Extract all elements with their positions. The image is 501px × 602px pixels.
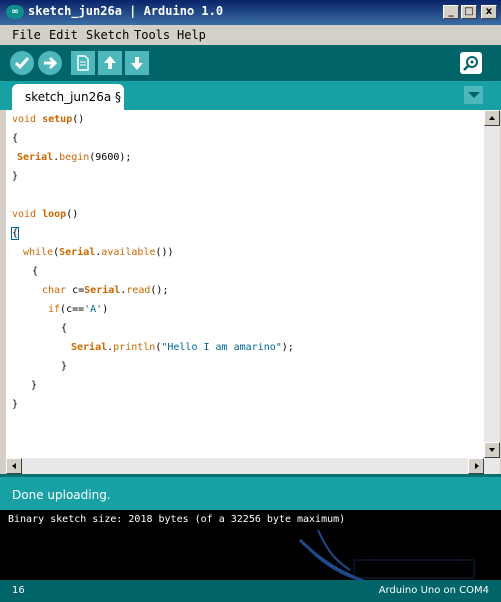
code-line: { — [61, 323, 68, 334]
scroll-left-button[interactable] — [6, 458, 22, 474]
code-line: } — [61, 361, 68, 372]
tab-bar: sketch_jun26a § — [0, 81, 501, 110]
open-icon — [104, 56, 116, 69]
menu-tools[interactable]: Tools — [134, 28, 170, 42]
code-line: { — [32, 266, 39, 277]
board-port-label: Arduino Uno on COM4 — [378, 585, 489, 596]
code-line: } — [31, 380, 38, 391]
open-button[interactable] — [98, 51, 122, 75]
minimize-button[interactable]: _ — [443, 5, 459, 19]
footer-bar: 16 Arduino Uno on COM4 — [0, 580, 501, 602]
code-line: { — [12, 133, 19, 144]
menu-sketch[interactable]: Sketch — [86, 28, 129, 42]
horizontal-scrollbar[interactable] — [6, 458, 500, 474]
new-icon — [77, 55, 89, 71]
arduino-logo-icon: ∞ — [6, 5, 24, 19]
scroll-up-button[interactable] — [484, 110, 500, 126]
code-line: Serial.println("Hello I am amarino"); — [71, 342, 294, 353]
menu-bar: File Edit Sketch Tools Help — [0, 25, 501, 45]
code-line: { — [10, 227, 20, 240]
upload-button[interactable] — [38, 51, 62, 75]
title-bar: ∞ sketch_jun26a | Arduino 1.0 _ □ x — [0, 0, 501, 25]
save-icon — [131, 57, 143, 70]
code-line: Serial.begin(9600); — [17, 152, 132, 163]
vertical-scrollbar[interactable] — [484, 110, 500, 458]
menu-edit[interactable]: Edit — [49, 28, 78, 42]
maximize-button[interactable]: □ — [461, 5, 477, 19]
code-line: if(c=='A') — [48, 304, 109, 315]
code-line: void setup() — [12, 114, 85, 125]
scroll-right-button[interactable] — [468, 458, 484, 474]
verify-button[interactable] — [10, 51, 34, 75]
code-line: while(Serial.available()) — [23, 247, 174, 258]
toolbar — [0, 45, 501, 81]
code-editor[interactable]: void setup() { Serial.begin(9600); } voi… — [6, 110, 484, 458]
text-cursor: { — [10, 227, 20, 240]
tab-menu-dropdown[interactable] — [464, 86, 483, 104]
serial-monitor-button[interactable] — [460, 52, 482, 74]
close-button[interactable]: x — [481, 5, 497, 19]
line-number: 16 — [12, 585, 25, 596]
status-message: Done uploading. — [12, 488, 111, 502]
verify-icon — [14, 57, 30, 70]
window-title: sketch_jun26a | Arduino 1.0 — [28, 4, 224, 18]
status-bar: Done uploading. — [0, 474, 501, 510]
save-button[interactable] — [125, 51, 149, 75]
menu-help[interactable]: Help — [177, 28, 206, 42]
code-line: } — [12, 171, 19, 182]
serial-monitor-icon — [463, 56, 478, 71]
upload-icon — [44, 56, 58, 70]
code-line: char c=Serial.read(); — [42, 285, 169, 296]
code-line: } — [12, 399, 19, 410]
tab-sketch[interactable]: sketch_jun26a § — [12, 84, 124, 110]
new-button[interactable] — [71, 51, 95, 75]
scroll-down-button[interactable] — [484, 442, 500, 458]
code-line: void loop() — [12, 209, 79, 220]
menu-file[interactable]: File — [12, 28, 41, 42]
